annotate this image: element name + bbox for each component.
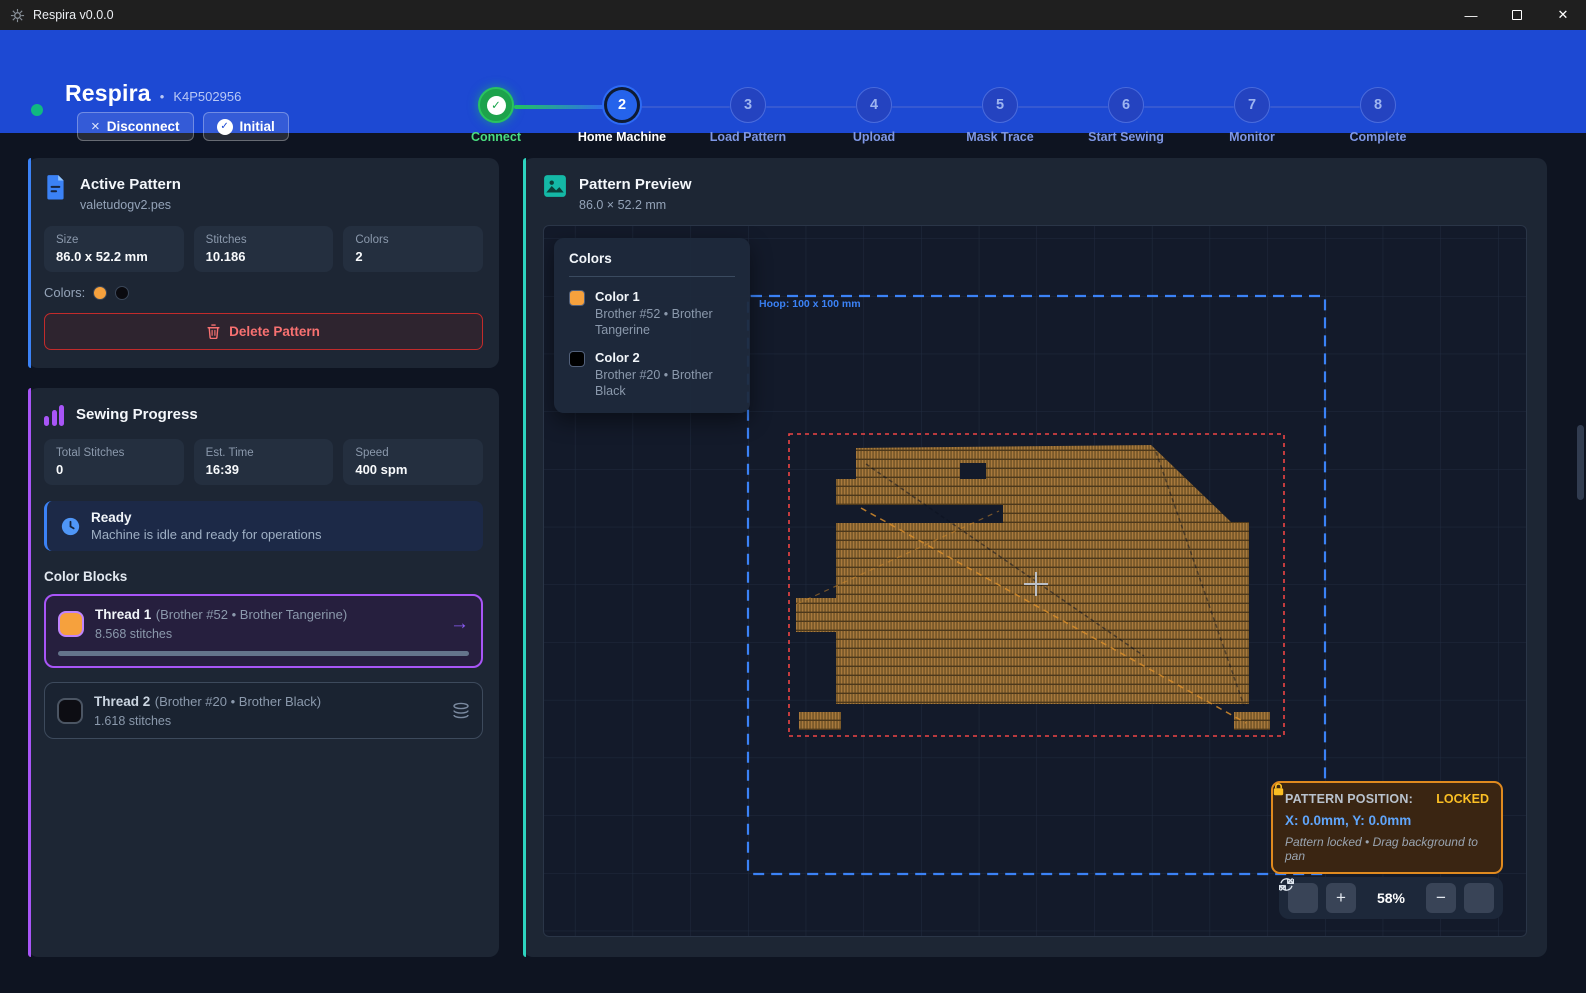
machine-status-banner: Ready Machine is idle and ready for oper… <box>44 501 483 551</box>
connection-status-dot <box>31 104 43 116</box>
colors-legend: Colors Color 1 Brother #52 • Brother Tan… <box>554 238 750 413</box>
minimize-button[interactable]: — <box>1448 0 1494 30</box>
step-label: Complete <box>1350 130 1407 144</box>
zoom-out-button[interactable]: − <box>1426 883 1456 913</box>
step-load-pattern[interactable]: 3 Load Pattern <box>685 87 811 144</box>
status-message: Machine is idle and ready for operations <box>91 527 322 542</box>
step-complete[interactable]: 8 Complete <box>1315 87 1441 144</box>
stat-speed: Speed 400 spm <box>343 439 483 485</box>
pattern-filename: valetudogv2.pes <box>80 198 181 212</box>
arrow-right-icon: → <box>450 613 469 635</box>
step-label: Mask Trace <box>966 130 1033 144</box>
step-circle: 8 <box>1360 87 1396 123</box>
step-circle: 4 <box>856 87 892 123</box>
stat-size: Size 86.0 x 52.2 mm <box>44 226 184 272</box>
separator: • <box>160 89 165 104</box>
stat-colors: Colors 2 <box>343 226 483 272</box>
disconnect-button[interactable]: × Disconnect <box>77 112 194 141</box>
zoom-level: 58% <box>1364 890 1418 906</box>
close-icon: × <box>91 118 100 135</box>
delete-pattern-button[interactable]: Delete Pattern <box>44 313 483 350</box>
thread-progress-bar <box>58 651 469 656</box>
step-circle: 7 <box>1234 87 1270 123</box>
reset-view-button[interactable] <box>1464 883 1494 913</box>
color-blocks-label: Color Blocks <box>44 569 483 584</box>
document-icon <box>44 174 68 200</box>
thread-color-swatch <box>58 611 84 637</box>
titlebar: Respira v0.0.0 — ✕ <box>0 0 1586 30</box>
colors-label: Colors: <box>44 285 85 300</box>
image-icon <box>543 174 567 198</box>
layers-stack-icon <box>452 702 470 720</box>
step-mask-trace[interactable]: 5 Mask Trace <box>937 87 1063 144</box>
scrollbar-thumb[interactable] <box>1577 425 1584 500</box>
card-title: Active Pattern <box>80 174 181 193</box>
step-circle: ✓ <box>478 87 514 123</box>
maximize-button[interactable] <box>1494 0 1540 30</box>
hoop-label: Hoop: 100 x 100 mm <box>759 298 861 310</box>
card-title: Sewing Progress <box>76 404 198 423</box>
color-swatch-2 <box>115 286 129 300</box>
step-circle: 5 <box>982 87 1018 123</box>
app-icon <box>10 8 25 23</box>
app-name: Respira <box>65 80 151 107</box>
thread-color-swatch <box>57 698 83 724</box>
step-label: Upload <box>853 130 895 144</box>
machine-serial: K4P502956 <box>173 89 241 104</box>
legend-entry: Color 1 Brother #52 • Brother Tangerine <box>569 289 735 338</box>
window-title: Respira v0.0.0 <box>33 8 114 22</box>
maximize-icon <box>1512 10 1522 20</box>
workflow-stepper: ✓ Connect 2 Home Machine 3 Load Pattern … <box>433 87 1511 157</box>
step-label: Start Sewing <box>1088 130 1164 144</box>
clock-icon <box>61 517 80 536</box>
step-label: Load Pattern <box>710 130 786 144</box>
active-pattern-card: Active Pattern valetudogv2.pes Size 86.0… <box>28 158 499 368</box>
zoom-in-button[interactable]: + <box>1326 883 1356 913</box>
step-start-sewing[interactable]: 6 Start Sewing <box>1063 87 1189 144</box>
pan-hint: Pattern locked • Drag background to pan <box>1285 835 1489 863</box>
legend-swatch <box>569 290 585 306</box>
step-circle: 6 <box>1108 87 1144 123</box>
lock-icon <box>1273 783 1284 796</box>
step-label: Monitor <box>1229 130 1275 144</box>
app-header: Respira • K4P502956 × Disconnect ✓ Initi… <box>0 30 1586 133</box>
color-swatch-1 <box>93 286 107 300</box>
sewing-progress-card: Sewing Progress Total Stitches 0 Est. Ti… <box>28 388 499 957</box>
step-circle: 3 <box>730 87 766 123</box>
step-label: Connect <box>471 130 521 144</box>
refresh-icon <box>1279 877 1294 892</box>
badge-check-icon: ✓ <box>217 119 233 135</box>
thread-row-1[interactable]: Thread 1 (Brother #52 • Brother Tangerin… <box>44 594 483 668</box>
pattern-position-overlay: PATTERN POSITION: LOCKED X: 0.0mm, Y: 0.… <box>1271 781 1503 874</box>
legend-entry: Color 2 Brother #20 • Brother Black <box>569 350 735 399</box>
pattern-canvas[interactable]: Hoop: 100 x 100 mm Colors Color 1 Brothe… <box>543 225 1527 937</box>
stat-stitches: Stitches 10.186 <box>194 226 334 272</box>
initial-button[interactable]: ✓ Initial <box>203 112 289 141</box>
stat-total-stitches: Total Stitches 0 <box>44 439 184 485</box>
legend-swatch <box>569 351 585 367</box>
trash-icon <box>207 324 220 339</box>
card-title: Pattern Preview <box>579 174 692 193</box>
step-label: Home Machine <box>578 130 666 144</box>
bar-chart-icon <box>44 404 64 426</box>
close-button[interactable]: ✕ <box>1540 0 1586 30</box>
check-icon: ✓ <box>487 96 506 115</box>
pattern-preview-card: Pattern Preview 86.0 × 52.2 mm <box>523 158 1547 957</box>
lock-state: LOCKED <box>1436 792 1489 806</box>
step-circle: 2 <box>604 87 640 123</box>
zoom-toolbar: + 58% − <box>1279 877 1503 919</box>
pattern-coordinates: X: 0.0mm, Y: 0.0mm <box>1285 813 1489 828</box>
step-upload[interactable]: 4 Upload <box>811 87 937 144</box>
step-home-machine[interactable]: 2 Home Machine <box>559 87 685 144</box>
step-monitor[interactable]: 7 Monitor <box>1189 87 1315 144</box>
step-connect[interactable]: ✓ Connect <box>433 87 559 144</box>
status-title: Ready <box>91 510 322 525</box>
stat-est-time: Est. Time 16:39 <box>194 439 334 485</box>
pattern-dimensions: 86.0 × 52.2 mm <box>579 198 692 212</box>
thread-row-2[interactable]: Thread 2 (Brother #20 • Brother Black) 1… <box>44 682 483 739</box>
